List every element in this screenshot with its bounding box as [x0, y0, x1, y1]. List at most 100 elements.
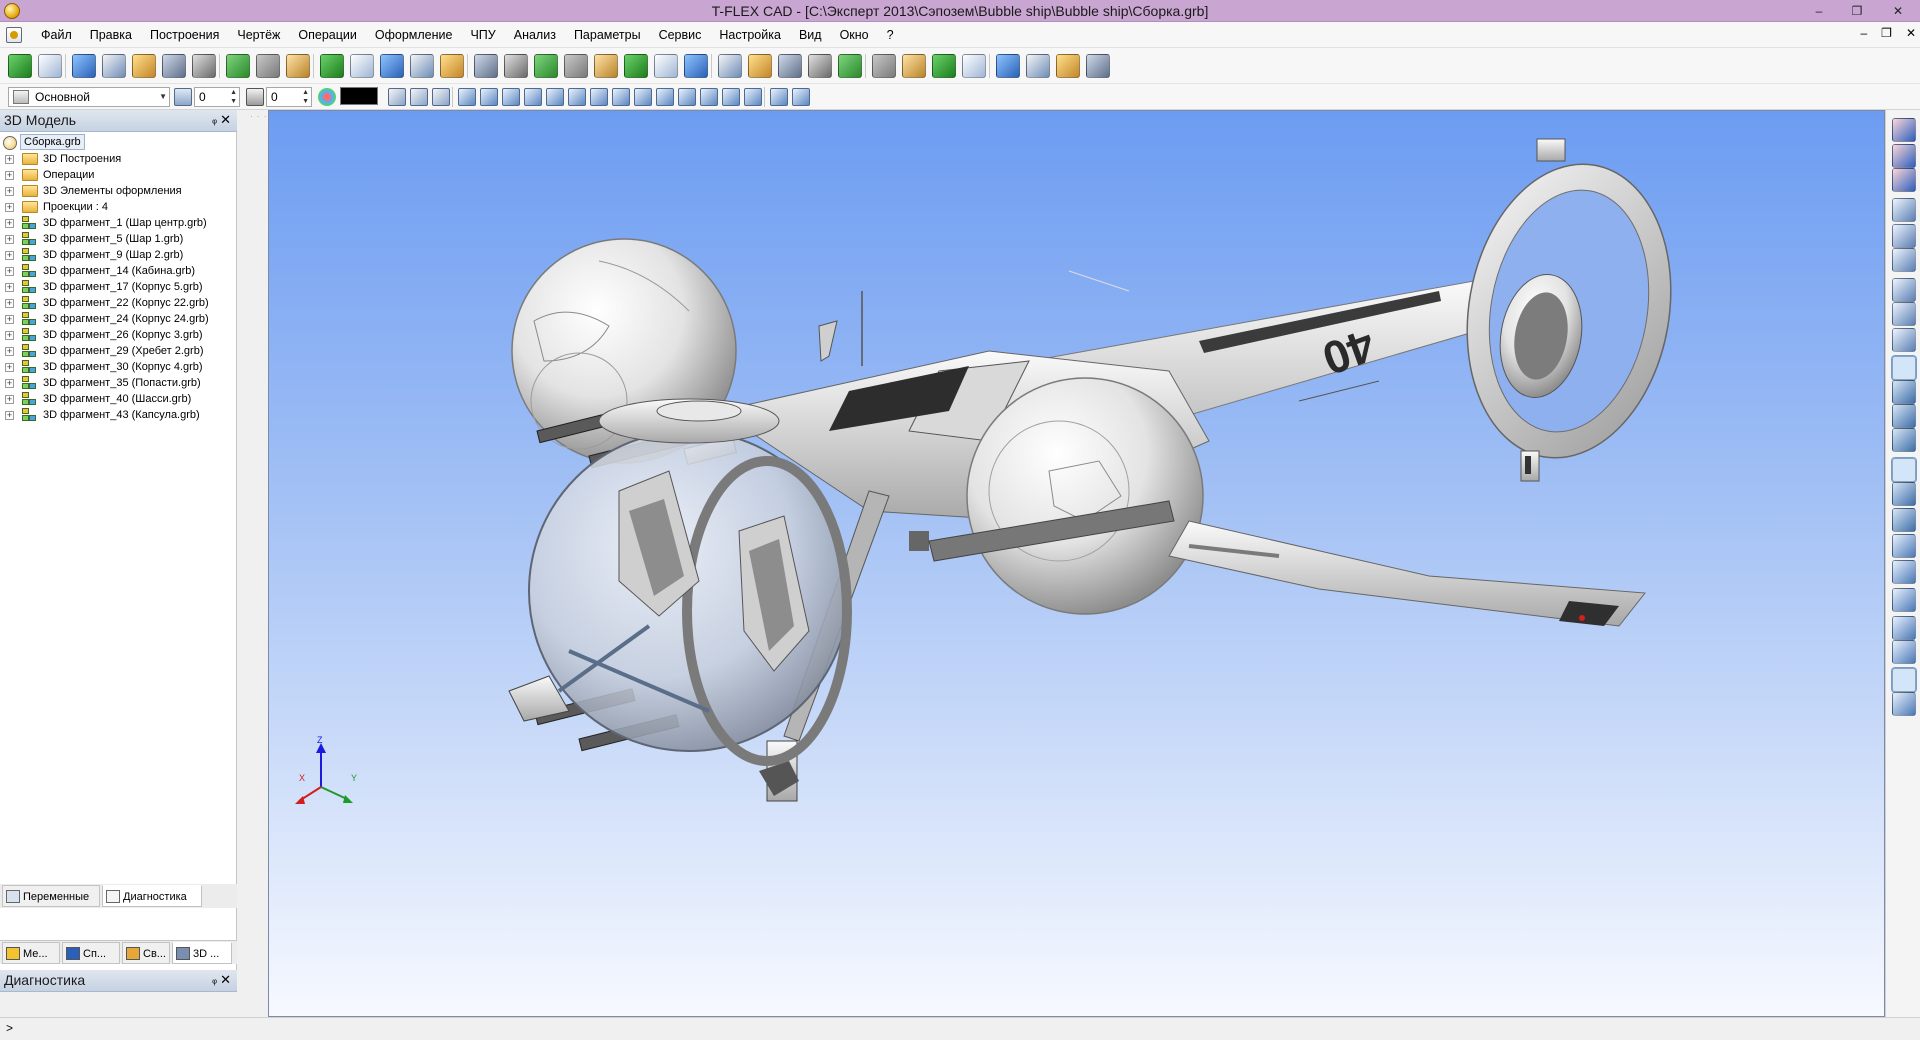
panel-tab[interactable]: 3D ...	[172, 942, 232, 964]
mirror-icon[interactable]	[778, 54, 802, 78]
clip-icon[interactable]	[1026, 54, 1050, 78]
shading-icon[interactable]	[1891, 667, 1917, 693]
level-spin[interactable]: 0 ▲ ▼	[194, 87, 240, 107]
menu-item[interactable]: ?	[878, 22, 903, 48]
new-file-icon[interactable]	[38, 54, 62, 78]
menu-item[interactable]: Оформление	[366, 22, 462, 48]
analysis-icon[interactable]	[996, 54, 1020, 78]
menu-item[interactable]: ЧПУ	[461, 22, 504, 48]
expand-icon[interactable]: +	[5, 267, 14, 276]
profile-icon[interactable]	[380, 54, 404, 78]
tree-folder-item[interactable]: +3D Построения	[0, 151, 236, 167]
priority-icon[interactable]	[246, 88, 264, 106]
magnet-off-icon[interactable]	[1892, 144, 1916, 168]
variables-tab[interactable]: Переменные	[2, 885, 100, 907]
expand-icon[interactable]: +	[5, 331, 14, 340]
document-icon[interactable]	[6, 27, 22, 43]
shell-icon[interactable]	[718, 54, 742, 78]
section-icon[interactable]	[872, 54, 896, 78]
snap-tangent-icon[interactable]	[612, 88, 630, 106]
expand-icon[interactable]: +	[5, 251, 14, 260]
panel-tab[interactable]: Св...	[122, 942, 170, 964]
tree-fragment-item[interactable]: +3D фрагмент_35 (Попасти.grb)	[0, 375, 236, 391]
sheet-metal-icon[interactable]	[808, 54, 832, 78]
print-icon[interactable]	[192, 54, 216, 78]
tree-fragment-item[interactable]: +3D фрагмент_22 (Корпус 22.grb)	[0, 295, 236, 311]
maximize-button[interactable]: ❐	[1838, 0, 1876, 22]
snap-3d-icon[interactable]	[722, 88, 740, 106]
layer-combo[interactable]: Основной ▼	[8, 87, 170, 107]
copy-view-icon[interactable]	[1892, 508, 1916, 532]
snap-icon[interactable]	[432, 88, 450, 106]
priority-spin[interactable]: 0 ▲ ▼	[266, 87, 312, 107]
tree-fragment-item[interactable]: +3D фрагмент_26 (Корпус 3.grb)	[0, 327, 236, 343]
finish-command-icon[interactable]	[8, 54, 32, 78]
tree-folder-item[interactable]: +3D Элементы оформления	[0, 183, 236, 199]
tree-folder-item[interactable]: + Операции	[0, 167, 236, 183]
redo-icon[interactable]	[256, 54, 280, 78]
menu-item[interactable]: Файл	[32, 22, 81, 48]
array-icon[interactable]	[684, 54, 708, 78]
snap-line-icon[interactable]	[524, 88, 542, 106]
calculator-icon[interactable]	[962, 54, 986, 78]
tree-fragment-item[interactable]: +3D фрагмент_5 (Шар 1.grb)	[0, 231, 236, 247]
expand-icon[interactable]: +	[5, 299, 14, 308]
zoom-extents-icon[interactable]	[1892, 248, 1916, 272]
tree-root[interactable]: Сборка.grb	[0, 134, 236, 151]
snap-grid-icon[interactable]	[480, 88, 498, 106]
dimension-icon[interactable]	[932, 54, 956, 78]
tree-fragment-item[interactable]: +3D фрагмент_29 (Хребет 2.grb)	[0, 343, 236, 359]
thicken-icon[interactable]	[748, 54, 772, 78]
expand-icon[interactable]: +	[5, 315, 14, 324]
render-icon[interactable]	[1892, 640, 1916, 664]
expand-icon[interactable]: +	[5, 187, 14, 196]
lcs-icon[interactable]	[410, 54, 434, 78]
expand-icon[interactable]: +	[5, 411, 14, 420]
check-all-icon[interactable]	[1892, 560, 1916, 584]
boolean-icon[interactable]	[594, 54, 618, 78]
snap-perp-icon[interactable]	[634, 88, 652, 106]
diagnostics-tab[interactable]: Диагностика	[102, 885, 202, 907]
tree-fragment-item[interactable]: +3D фрагмент_43 (Капсула.grb)	[0, 407, 236, 423]
workplane-icon[interactable]	[320, 54, 344, 78]
command-prompt[interactable]: >	[6, 1021, 13, 1035]
3d-node-icon[interactable]	[350, 54, 374, 78]
close-button[interactable]: ✕	[1876, 0, 1920, 22]
tree-folder-item[interactable]: + Проекции : 4	[0, 199, 236, 215]
mdi-minimize-button[interactable]: –	[1860, 26, 1867, 40]
magnet-on-icon[interactable]	[1892, 168, 1916, 192]
tree-fragment-item[interactable]: +3D фрагмент_24 (Корпус 24.grb)	[0, 311, 236, 327]
minimize-button[interactable]: –	[1800, 0, 1838, 22]
splitter[interactable]	[237, 110, 268, 1017]
pin-icon[interactable]: ᵩ	[212, 114, 217, 126]
close-panel-button[interactable]: ✕	[220, 112, 231, 128]
snap-mid-icon[interactable]	[678, 88, 696, 106]
sweep-icon[interactable]	[564, 54, 588, 78]
menu-item[interactable]: Анализ	[505, 22, 565, 48]
open-file-icon[interactable]	[132, 54, 156, 78]
panel-tab[interactable]: Ме...	[2, 942, 60, 964]
layers-icon[interactable]	[1086, 54, 1110, 78]
expand-icon[interactable]: +	[5, 379, 14, 388]
tree-fragment-item[interactable]: +3D фрагмент_40 (Шасси.grb)	[0, 391, 236, 407]
zoom-in-icon[interactable]	[1892, 278, 1916, 302]
menu-item[interactable]: Окно	[831, 22, 878, 48]
menu-item[interactable]: Параметры	[565, 22, 650, 48]
view-orient-icon[interactable]	[1892, 616, 1916, 640]
workplane-3d-icon[interactable]	[440, 54, 464, 78]
expand-icon[interactable]: +	[5, 363, 14, 372]
frame-icon[interactable]	[1892, 692, 1916, 716]
snap-off-icon[interactable]	[458, 88, 476, 106]
zoom-fit-icon[interactable]	[1892, 224, 1916, 248]
magnet-snap-icon[interactable]	[1892, 118, 1916, 142]
snap-center-icon[interactable]	[590, 88, 608, 106]
expand-icon[interactable]: +	[5, 219, 14, 228]
tree-fragment-item[interactable]: +3D фрагмент_1 (Шар центр.grb)	[0, 215, 236, 231]
fillet-icon[interactable]	[624, 54, 648, 78]
tree-fragment-item[interactable]: +3D фрагмент_17 (Корпус 5.grb)	[0, 279, 236, 295]
select-loops-icon[interactable]	[1892, 482, 1916, 506]
check-icon[interactable]	[1892, 534, 1916, 558]
zoom-previous-icon[interactable]	[1892, 328, 1916, 352]
menu-item[interactable]: Сервис	[650, 22, 711, 48]
tree-fragment-item[interactable]: +3D фрагмент_9 (Шар 2.grb)	[0, 247, 236, 263]
